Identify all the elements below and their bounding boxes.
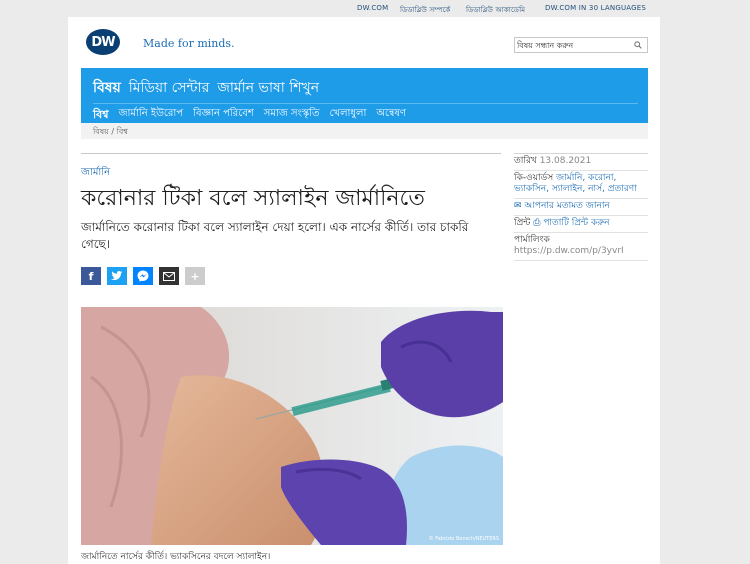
print-label: প্রিন্ট xyxy=(514,218,531,228)
mail-icon[interactable] xyxy=(159,267,179,285)
main-navigation: বিষয় মিডিয়া সেন্টার জার্মান ভাষা শিখুন… xyxy=(81,68,648,123)
nav-item-learn-german[interactable]: জার্মান ভাষা শিখুন xyxy=(217,76,319,96)
date-value: 13.08.2021 xyxy=(539,156,592,166)
keywords-label: কি-ওয়ার্ডস xyxy=(514,173,554,183)
messenger-icon[interactable] xyxy=(133,267,153,285)
topbar-link-dwcom[interactable]: DW.COM xyxy=(357,4,388,12)
facebook-icon[interactable]: f xyxy=(81,267,101,285)
article-sidebar: তারিখ 13.08.2021 কি-ওয়ার্ডস জার্মানি, ক… xyxy=(514,153,648,261)
print-link[interactable]: পাতাটি প্রিন্ট করুন xyxy=(543,218,609,228)
dw-logo[interactable]: DW xyxy=(86,29,120,55)
print-icon: ⎙ xyxy=(533,218,541,228)
search-box xyxy=(514,37,648,53)
breadcrumb[interactable]: বিষয় / বিশ্ব xyxy=(93,126,128,139)
sidebar-date: তারিখ 13.08.2021 xyxy=(514,154,648,171)
topbar-link-languages[interactable]: DW.COM IN 30 LANGUAGES xyxy=(545,4,646,12)
nav-item-media-center[interactable]: মিডিয়া সেন্টার xyxy=(129,76,210,96)
vaccination-image xyxy=(81,307,503,545)
nav-item-topics[interactable]: বিষয় xyxy=(93,76,121,96)
article-photo[interactable]: © Fabrizio Bensch/REUTERS xyxy=(81,307,503,545)
topbar-link-about[interactable]: ডিডাব্লিউ সম্পর্কে xyxy=(400,4,451,16)
sidebar-print: প্রিন্ট ⎙ পাতাটি প্রিন্ট করুন xyxy=(514,216,648,233)
feedback-icon: ✉ xyxy=(514,201,522,211)
sidebar-feedback[interactable]: ✉ আপনার মতামত জানান xyxy=(514,199,648,216)
photo-caption: জার্মানিতে নার্সের কীর্তি। ভ্যাকসিনের বদ… xyxy=(81,552,271,562)
date-label: তারিখ xyxy=(514,156,537,166)
feedback-link[interactable]: আপনার মতামত জানান xyxy=(524,201,609,211)
plus-icon[interactable]: + xyxy=(185,267,205,285)
permalink-label: পার্মালিংক xyxy=(514,235,550,245)
topbar-link-academy[interactable]: ডিডাব্লিউ আকাডেমি xyxy=(466,4,525,16)
breadcrumb-bar: বিষয় / বিশ্ব xyxy=(81,123,648,139)
sidebar-permalink: পার্মালিংক https://p.dw.com/p/3yvrI xyxy=(514,233,648,261)
top-utility-bar: DW.COM ডিডাব্লিউ সম্পর্কে ডিডাব্লিউ আকাড… xyxy=(0,0,750,16)
tagline: Made for minds. xyxy=(143,37,235,50)
search-input[interactable] xyxy=(517,38,629,52)
page-container: DW Made for minds. বিষয় মিডিয়া সেন্টার… xyxy=(68,17,660,564)
twitter-icon[interactable] xyxy=(107,267,127,285)
nav-divider xyxy=(93,103,638,104)
article: জার্মানি করোনার টিকা বলে স্যালাইন জার্মা… xyxy=(81,153,503,562)
nav-main-menu: বিষয় মিডিয়া সেন্টার জার্মান ভাষা শিখুন xyxy=(93,76,319,96)
permalink-url[interactable]: https://p.dw.com/p/3yvrI xyxy=(514,246,648,257)
photo-credit: © Fabrizio Bensch/REUTERS xyxy=(428,536,499,542)
article-headline: করোনার টিকা বলে স্যালাইন জার্মানিতে xyxy=(81,186,425,211)
article-kicker[interactable]: জার্মানি xyxy=(81,165,110,182)
share-bar: f + xyxy=(81,267,205,285)
sidebar-keywords: কি-ওয়ার্ডস জার্মানি, করোনা, ভ্যাকসিন, স… xyxy=(514,171,648,199)
search-icon[interactable] xyxy=(634,41,642,49)
article-divider xyxy=(81,153,501,154)
article-intro: জার্মানিতে করোনার টিকা বলে স্যালাইন দেয়… xyxy=(81,220,469,251)
